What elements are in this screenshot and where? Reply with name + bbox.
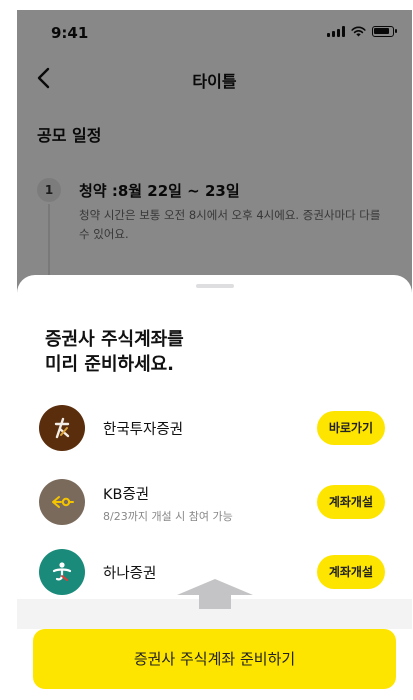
prepare-account-cta-button[interactable]: 증권사 주식계좌 준비하기	[33, 629, 396, 689]
open-account-button[interactable]: 계좌개설	[316, 555, 385, 589]
broker-subtitle: 8/23까지 개설 시 참여 가능	[103, 510, 233, 523]
broker-item-korea-investment: 한국투자증권 바로가기	[39, 403, 391, 455]
open-account-button[interactable]: 계좌개설	[316, 485, 385, 519]
broker-name: 하나증권	[103, 566, 157, 582]
phone-screen: 9:41 타이틀 공모 일정 1 청약 :8월 22일 ~ 23일 청약 시간은…	[17, 10, 412, 700]
bottom-sheet: 증권사 주식계좌를 미리 준비하세요. 한국투자증권 바로가기 KB증권 8/2…	[17, 275, 412, 700]
sheet-title-line2: 미리 준비하세요.	[45, 354, 175, 375]
sheet-title-line1: 증권사 주식계좌를	[45, 329, 184, 350]
kb-logo-icon	[39, 479, 85, 525]
go-to-button[interactable]: 바로가기	[316, 411, 385, 445]
hana-logo-icon	[39, 549, 85, 595]
korea-investment-logo-icon	[39, 405, 85, 451]
broker-item-kb: KB증권 8/23까지 개설 시 참여 가능 계좌개설	[39, 477, 391, 529]
scroll-up-arrow-icon	[177, 579, 253, 609]
broker-name: KB증권	[103, 487, 150, 503]
sheet-title: 증권사 주식계좌를 미리 준비하세요.	[45, 327, 184, 377]
sheet-drag-handle[interactable]	[196, 284, 234, 288]
broker-name: 한국투자증권	[103, 422, 184, 438]
